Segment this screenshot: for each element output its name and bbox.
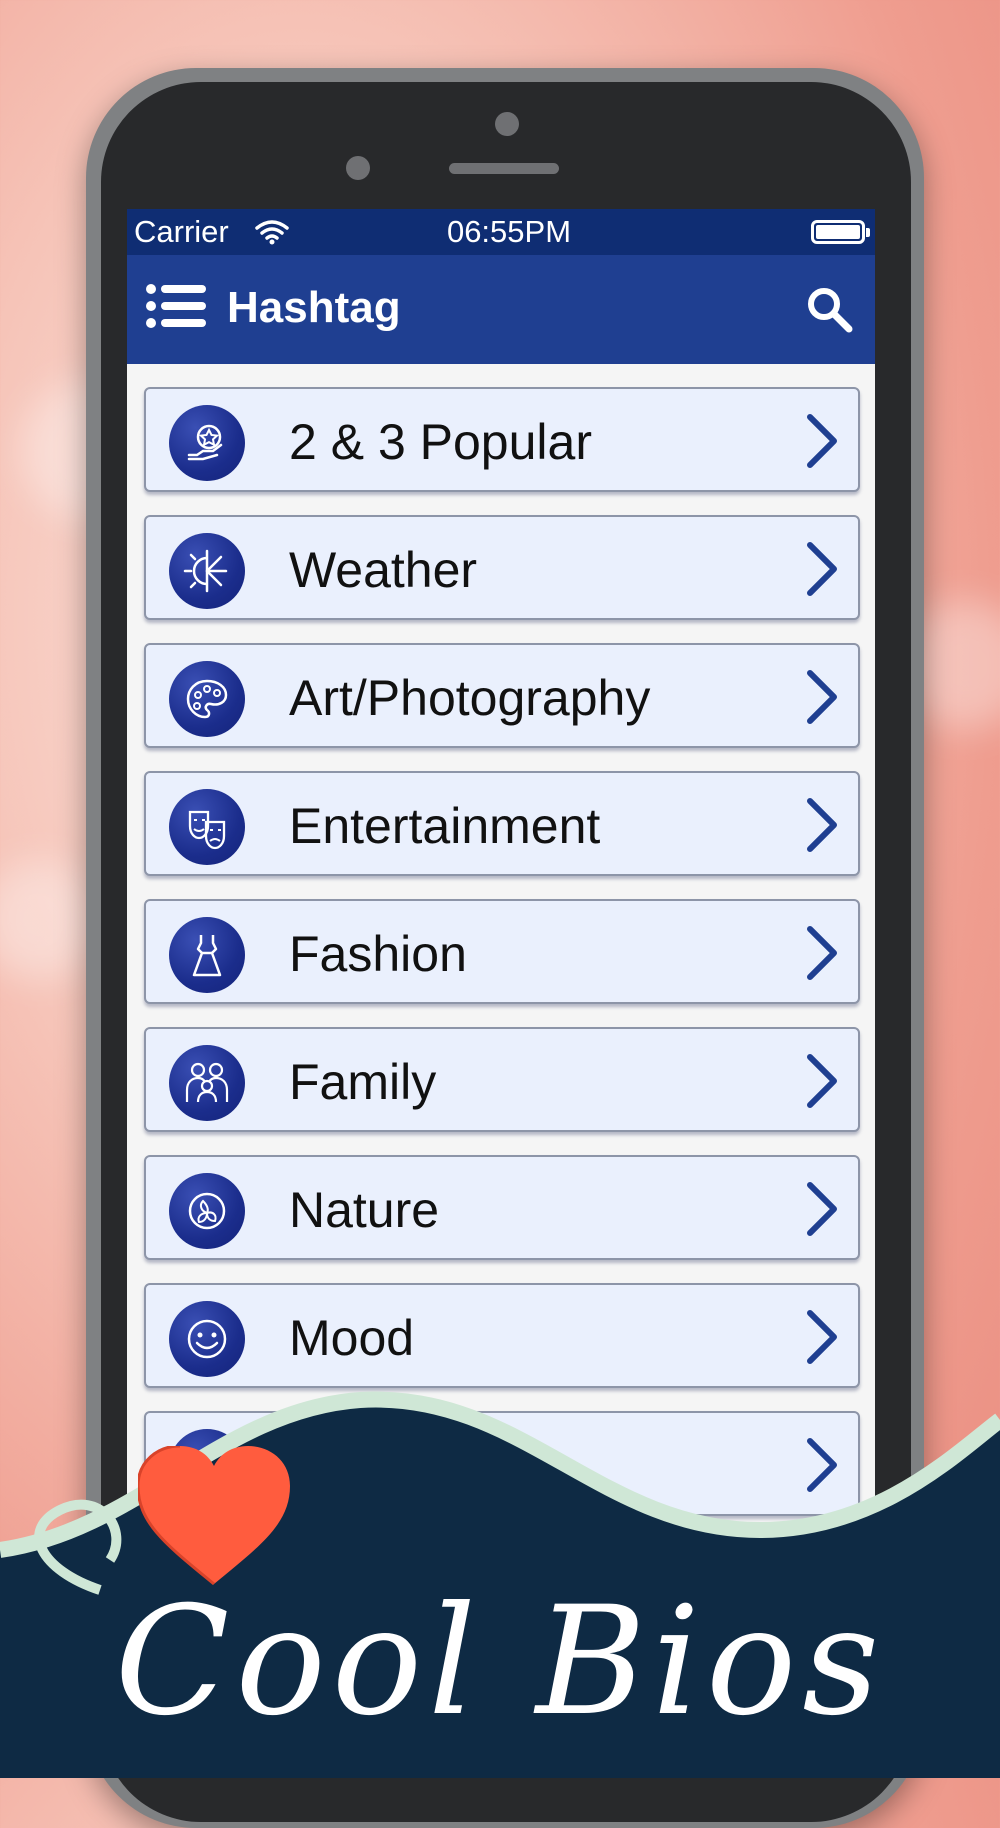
wifi-icon xyxy=(255,220,289,245)
brand-title: Cool Bios xyxy=(114,1575,886,1749)
search-icon[interactable] xyxy=(805,285,853,333)
category-item[interactable]: Entertainment xyxy=(144,771,860,876)
carrier-label: Carrier xyxy=(134,214,229,249)
category-label: Nature xyxy=(289,1182,440,1238)
phone-speaker xyxy=(449,163,559,174)
category-item[interactable]: Mood xyxy=(144,1283,860,1388)
category-item[interactable]: Family xyxy=(144,1027,860,1132)
battery-icon xyxy=(811,220,870,244)
phone-camera xyxy=(346,156,370,180)
app-screen: Carrier 06:55PM Hashtag 2 & 3 Popular Wea… xyxy=(127,209,875,1539)
chevron-right-icon xyxy=(807,798,837,852)
category-label: Art/Photography xyxy=(289,670,651,726)
clock: 06:55PM xyxy=(446,214,572,249)
chevron-right-icon xyxy=(807,542,837,596)
smiley-icon xyxy=(169,1301,245,1377)
category-item[interactable]: Fashion xyxy=(144,899,860,1004)
heart-icon xyxy=(138,1446,290,1586)
background-bokeh xyxy=(0,860,100,980)
theater-masks-icon xyxy=(169,789,245,865)
category-label: Family xyxy=(289,1054,437,1110)
sun-snowflake-icon xyxy=(169,533,245,609)
chevron-right-icon xyxy=(807,1054,837,1108)
star-hand-icon xyxy=(169,405,245,481)
chevron-right-icon xyxy=(807,670,837,724)
category-item[interactable]: 2 & 3 Popular xyxy=(144,387,860,492)
chevron-right-icon xyxy=(807,1310,837,1364)
phone-sensor xyxy=(495,112,519,136)
category-item[interactable]: Nature xyxy=(144,1155,860,1260)
category-label: 2 & 3 Popular xyxy=(289,414,592,470)
app-header: Hashtag xyxy=(127,255,875,364)
category-item[interactable]: Art/Photography xyxy=(144,643,860,748)
family-icon xyxy=(169,1045,245,1121)
page-title: Hashtag xyxy=(227,283,401,332)
category-list: 2 & 3 Popular Weather Art/Photography Enter… xyxy=(144,387,860,1539)
dress-icon xyxy=(169,917,245,993)
chevron-right-icon xyxy=(807,414,837,468)
palette-icon xyxy=(169,661,245,737)
status-bar: Carrier 06:55PM xyxy=(127,209,875,255)
category-item[interactable]: Weather xyxy=(144,515,860,620)
category-label: Entertainment xyxy=(289,798,601,854)
category-label: Fashion xyxy=(289,926,467,982)
category-label: Mood xyxy=(289,1310,415,1366)
category-label: Weather xyxy=(289,542,478,598)
leaf-icon xyxy=(169,1173,245,1249)
chevron-right-icon xyxy=(807,1182,837,1236)
list-menu-icon[interactable] xyxy=(146,283,206,329)
chevron-right-icon xyxy=(807,926,837,980)
